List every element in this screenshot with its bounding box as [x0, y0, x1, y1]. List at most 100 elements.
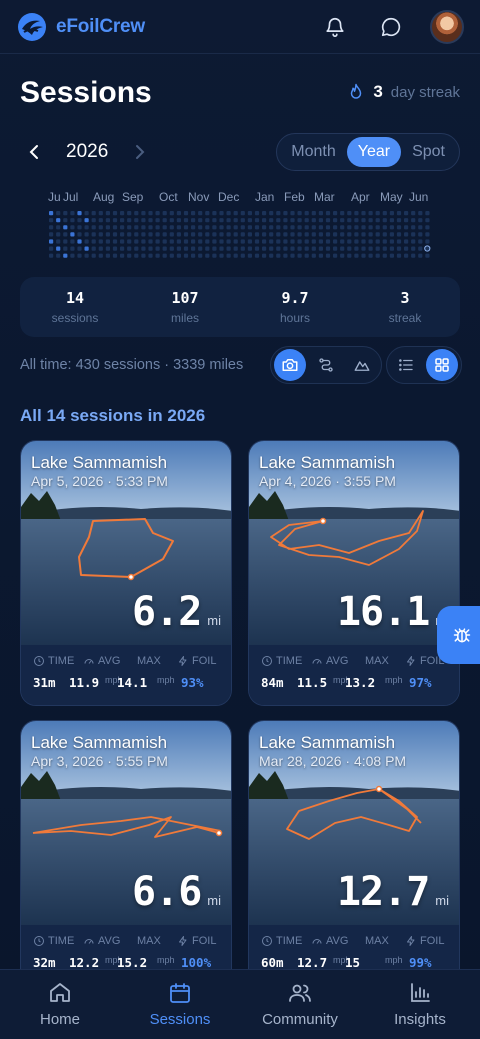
session-card[interactable]: Lake Sammamish Apr 4, 2026 · 3:55 PM 16.… [248, 440, 460, 706]
heatmap-cell [361, 246, 366, 251]
heatmap-cell [191, 225, 196, 230]
heatmap-cell [389, 253, 394, 258]
heatmap-cell [404, 239, 409, 244]
heatmap-cell [254, 246, 260, 251]
metric-avg: 12.7 [297, 955, 328, 970]
view-mode-segmented-control: Month Year Spot [276, 133, 460, 171]
heatmap-cell [382, 225, 387, 230]
month-label: Ju [48, 190, 61, 204]
heatmap-cell [84, 218, 89, 223]
tab-year[interactable]: Year [346, 137, 402, 167]
heatmap-cell [304, 218, 309, 223]
route-icon[interactable] [310, 349, 342, 381]
distance-unit: mi [435, 893, 449, 908]
heatmap-cell [389, 232, 394, 237]
chevron-left-icon[interactable] [24, 138, 44, 166]
metric-label-text: FOIL [192, 935, 217, 947]
heatmap-cell [247, 225, 252, 230]
heatmap-cell [411, 211, 416, 216]
heatmap-cell [219, 232, 224, 237]
metric-label-text: TIME [48, 655, 75, 667]
session-card[interactable]: Lake Sammamish Apr 3, 2026 · 5:55 PM 6.6… [20, 720, 232, 986]
heatmap-cell [396, 253, 402, 258]
heatmap-cell [382, 239, 387, 244]
heatmap-cell [396, 232, 402, 237]
heatmap-cell [347, 218, 352, 223]
nav-item-sessions[interactable]: Sessions [120, 970, 240, 1039]
page-title: Sessions [20, 76, 152, 109]
heatmap-cell [290, 246, 295, 251]
bell-icon[interactable] [318, 10, 352, 44]
heatmap-cell [233, 225, 238, 230]
metric-label-foil: FOIL [177, 655, 216, 667]
heatmap-cell [269, 225, 274, 230]
stat-label: miles [170, 311, 199, 325]
heatmap-cell [389, 211, 394, 216]
metric-max: 14.1 [117, 675, 148, 690]
avatar[interactable] [430, 9, 464, 44]
heatmap-cell [262, 211, 267, 216]
camera-icon[interactable] [274, 349, 306, 381]
heatmap-cell [212, 232, 217, 237]
heatmap-cell [112, 225, 118, 230]
nav-item-community[interactable]: Community [240, 970, 360, 1039]
session-spot: Lake Sammamish [31, 733, 168, 752]
heatmap-cell [318, 218, 323, 223]
heatmap-cell [262, 239, 267, 244]
heatmap-cell [404, 218, 409, 223]
heatmap-cell [425, 211, 430, 216]
heatmap-cell [169, 239, 174, 244]
heatmap-cell [98, 218, 103, 223]
app-name[interactable]: eFoilCrew [56, 16, 145, 38]
heatmap-cell [375, 253, 380, 258]
heatmap-cell [169, 232, 174, 237]
heatmap-cell [63, 232, 68, 237]
heatmap-cell [389, 225, 394, 230]
heatmap-cell [120, 232, 125, 237]
tab-month[interactable]: Month [280, 137, 346, 167]
metric-time: 84m [261, 675, 284, 690]
heatmap-cell [276, 225, 281, 230]
nav-item-home[interactable]: Home [0, 970, 120, 1039]
heatmap-cell [418, 225, 423, 230]
heatmap-cell [411, 232, 416, 237]
metric-max: 13.2 [345, 675, 376, 690]
heatmap-cell [98, 225, 103, 230]
heatmap-cell [325, 253, 331, 258]
bug-report-button[interactable] [437, 606, 480, 664]
activity-heatmap [49, 211, 431, 258]
top-bar: eFoilCrew [0, 0, 480, 54]
heatmap-cell [105, 211, 110, 216]
heatmap-cell [134, 253, 139, 258]
heatmap-cell [148, 246, 153, 251]
tab-spot[interactable]: Spot [401, 137, 456, 167]
heatmap-cell [84, 239, 89, 244]
heatmap-cell [105, 239, 110, 244]
list-icon[interactable] [390, 349, 422, 381]
heatmap-cell [233, 232, 238, 237]
app-logo-icon[interactable] [16, 11, 48, 43]
heatmap-cell [198, 211, 203, 216]
grid-icon[interactable] [426, 349, 458, 381]
heatmap-cell [63, 218, 68, 223]
mountain-icon[interactable] [346, 349, 378, 381]
heatmap-cell [77, 218, 82, 223]
metric-label-avg: AVG [311, 935, 348, 947]
session-card[interactable]: Lake Sammamish Apr 5, 2026 · 5:33 PM 6.2… [20, 440, 232, 706]
heatmap-cell [198, 225, 203, 230]
month-label: Oct [159, 190, 178, 204]
chevron-right-icon[interactable] [130, 138, 150, 166]
heatmap-cell [411, 239, 416, 244]
heatmap-cell [219, 211, 224, 216]
heatmap-cell [77, 211, 82, 216]
nav-item-insights[interactable]: Insights [360, 970, 480, 1039]
heatmap-cell [183, 225, 189, 230]
session-card[interactable]: Lake Sammamish Mar 28, 2026 · 4:08 PM 12… [248, 720, 460, 986]
heatmap-cell [56, 225, 61, 230]
heatmap-cell [340, 225, 345, 230]
heatmap-cell [77, 239, 82, 244]
heatmap-cell [98, 232, 103, 237]
heatmap-cell [325, 239, 331, 244]
chat-icon[interactable] [374, 10, 408, 44]
heatmap-cell [318, 253, 323, 258]
